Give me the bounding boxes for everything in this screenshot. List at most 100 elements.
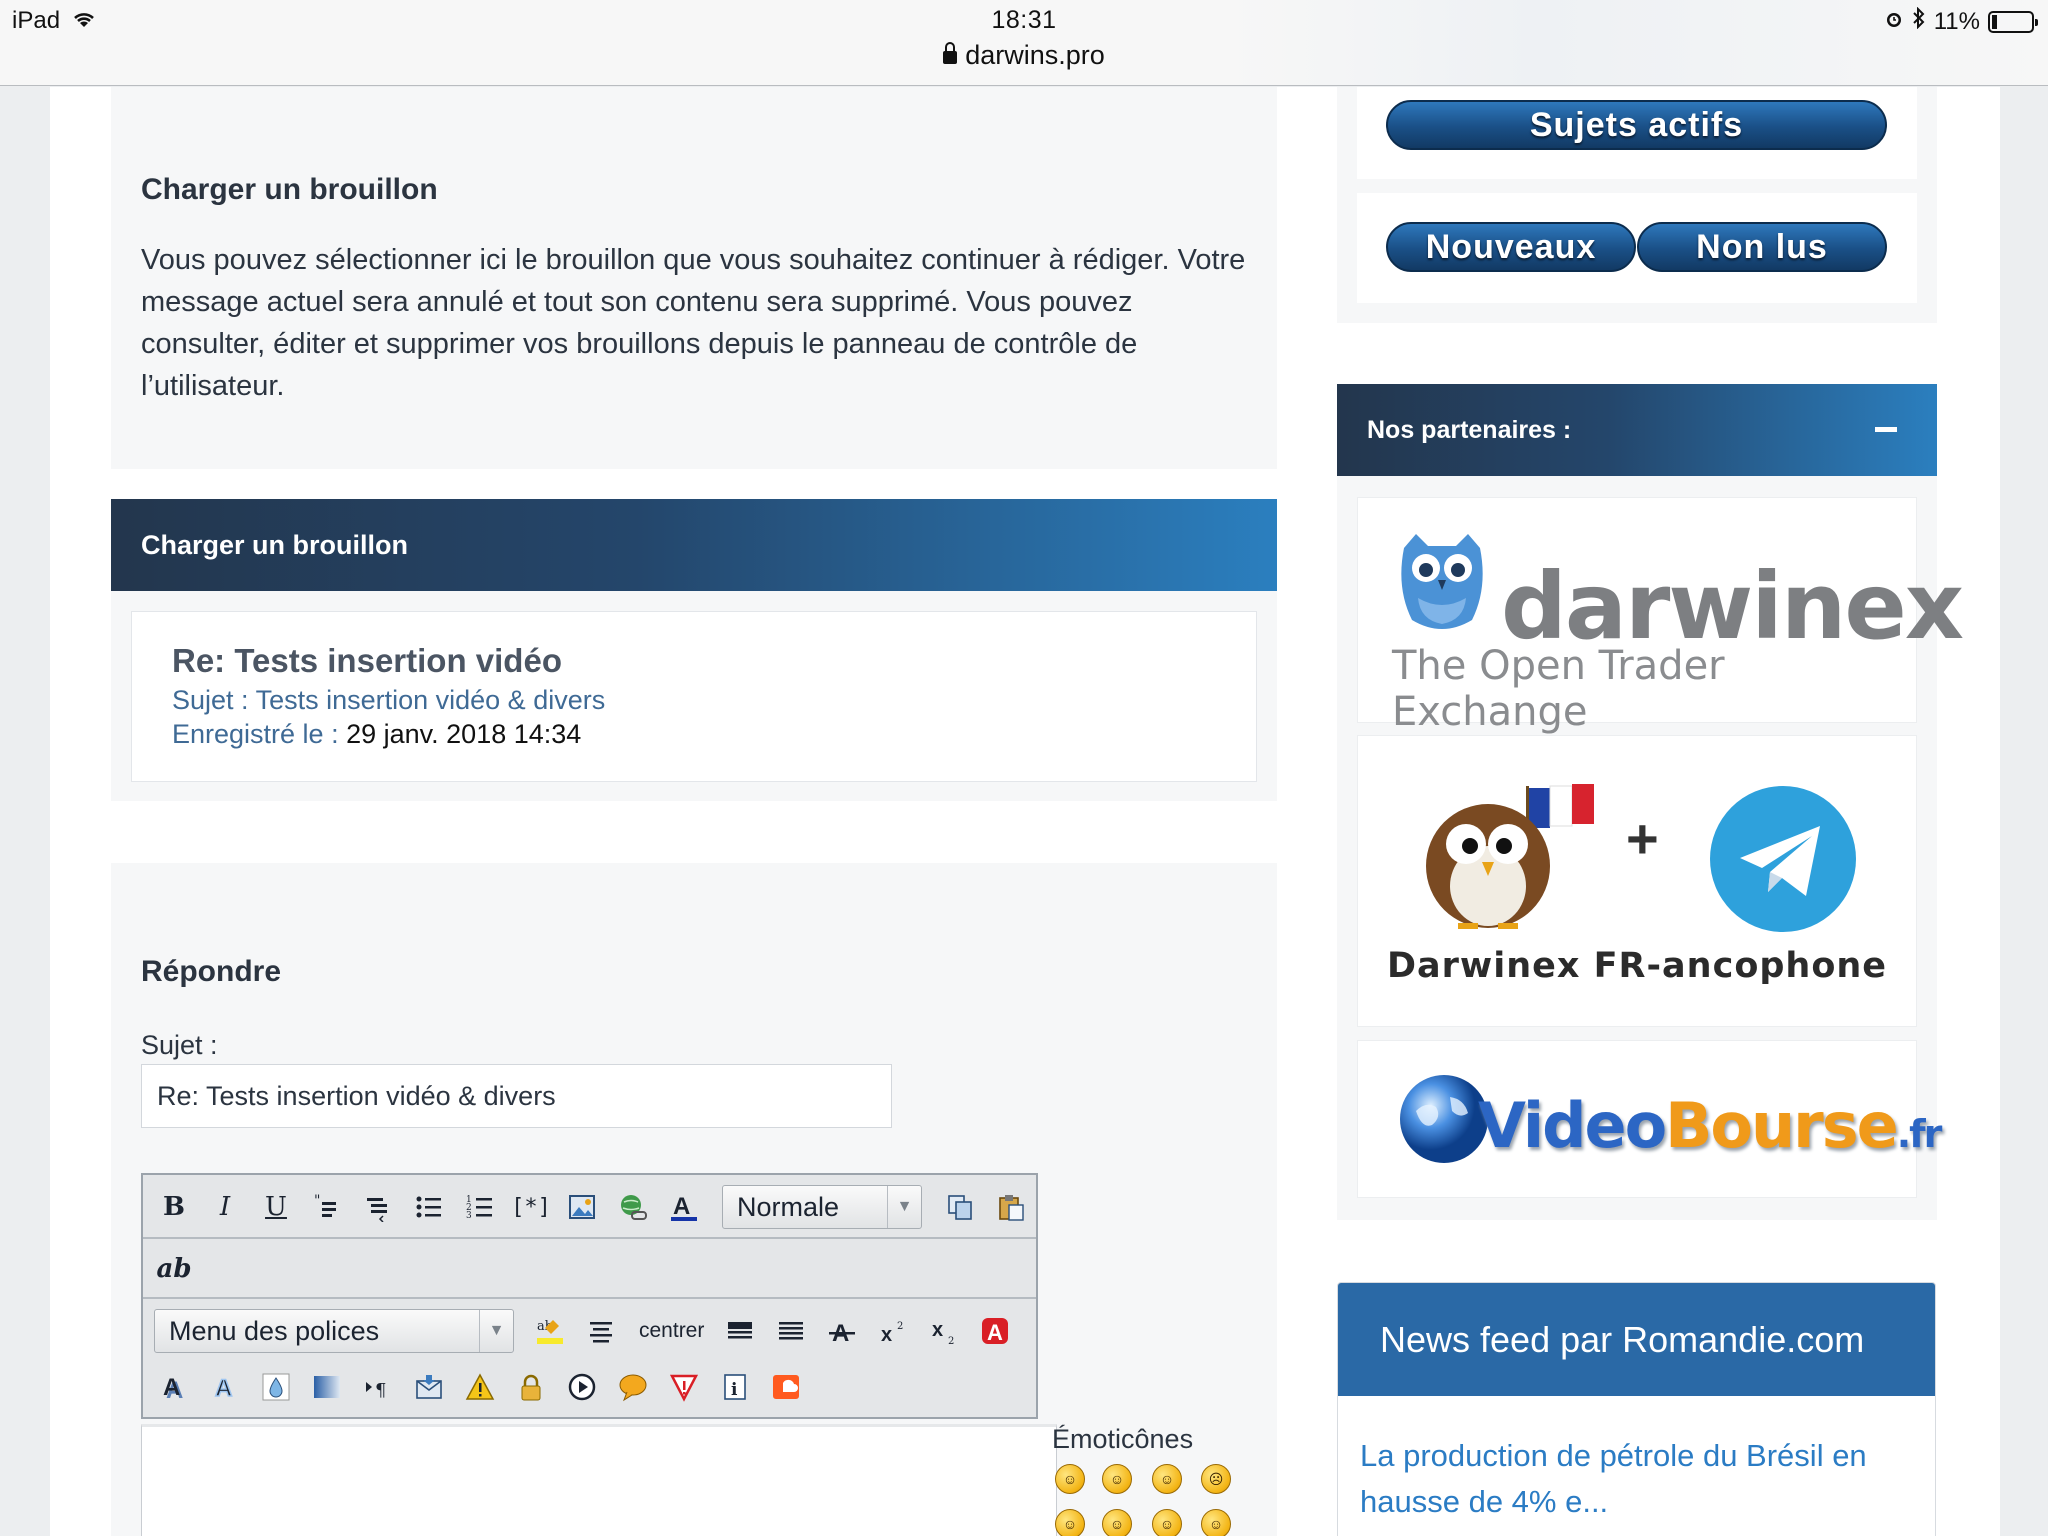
list-item-icon[interactable]: [*] [511, 1187, 551, 1227]
owl-logo-icon [1401, 534, 1483, 629]
darwinex-tagline: The Open Trader Exchange [1392, 643, 1725, 735]
alarm-icon [1884, 8, 1904, 36]
svg-text:2: 2 [948, 1336, 954, 1346]
collapse-icon[interactable] [1875, 427, 1897, 432]
url-text: darwins.pro [965, 40, 1105, 70]
direction-icon[interactable]: ¶ [358, 1367, 398, 1407]
draft-subject-label: Sujet : [172, 685, 249, 715]
unread-posts-button[interactable]: Non lus [1637, 222, 1887, 272]
darwinex-francophone-name: Darwinex FR-ancophone [1386, 946, 1888, 986]
emoticon-eek-icon[interactable]: ☺ [1102, 1509, 1132, 1536]
font-family-select[interactable]: Menu des polices ▼ [154, 1309, 514, 1353]
draft-subject-value: Tests insertion vidéo & divers [255, 685, 606, 715]
gradient-icon[interactable] [307, 1367, 347, 1407]
info-icon[interactable]: i [715, 1367, 755, 1407]
draft-saved: Enregistré le : 29 janv. 2018 14:34 [172, 719, 581, 750]
battery-percent: 11% [1933, 7, 1980, 35]
quote-icon[interactable]: " [307, 1187, 347, 1227]
svg-text:A: A [215, 1375, 232, 1402]
message-textarea[interactable] [141, 1424, 1057, 1536]
emoticon-laugh-icon[interactable]: ☺ [1055, 1464, 1085, 1494]
plus-sign: + [1626, 807, 1659, 870]
font-family-value: Menu des polices [169, 1315, 380, 1346]
drafts-panel-header: Charger un brouillon [111, 499, 1277, 591]
video-play-icon[interactable] [562, 1367, 602, 1407]
toolbar-row-1: B I U " 123 [*] A Normale ▼ [143, 1185, 1036, 1229]
align-justify-icon[interactable] [720, 1311, 760, 1351]
emoticon-confused-icon[interactable]: ☺ [1152, 1509, 1182, 1536]
url-bar[interactable]: darwins.pro [0, 40, 2048, 71]
svg-text:2: 2 [897, 1321, 903, 1332]
align-right-icon[interactable] [771, 1311, 811, 1351]
draft-saved-label: Enregistré le : [172, 719, 339, 749]
italic-button[interactable]: I [205, 1187, 245, 1227]
draft-title-link[interactable]: Re: Tests insertion vidéo [172, 642, 562, 680]
superscript-icon[interactable]: x2 [873, 1311, 913, 1351]
subject-label: Sujet : [141, 1030, 218, 1060]
highlight-icon[interactable]: ab [530, 1311, 570, 1351]
svg-text:A: A [987, 1320, 1003, 1345]
image-icon[interactable] [562, 1187, 602, 1227]
subject-input[interactable]: Re: Tests insertion vidéo & divers [141, 1064, 892, 1128]
link-icon[interactable] [613, 1187, 653, 1227]
text-glow-icon[interactable]: A [205, 1367, 245, 1407]
align-center-icon[interactable] [581, 1311, 621, 1351]
code-icon[interactable] [358, 1187, 398, 1227]
svg-text:A: A [163, 1374, 180, 1401]
soundcloud-icon[interactable] [766, 1367, 806, 1407]
strikethrough-icon[interactable]: A [822, 1311, 862, 1351]
bold-button[interactable]: B [154, 1187, 194, 1227]
svg-text:¶: ¶ [375, 1380, 386, 1401]
videobourse-bourse: Bourse [1665, 1089, 1899, 1162]
lock-icon [943, 42, 958, 64]
partners-header: Nos partenaires : [1337, 384, 1937, 476]
text-shadow-icon[interactable]: AA [154, 1367, 194, 1407]
subscript-icon[interactable]: x2 [924, 1311, 964, 1351]
strike-text-button[interactable]: ab [154, 1249, 194, 1289]
acrobat-icon[interactable]: A [975, 1311, 1015, 1351]
emoticon-cool-icon[interactable]: ☺ [1201, 1509, 1231, 1536]
owl-mascot-icon [1426, 784, 1594, 929]
svg-text:i: i [731, 1380, 738, 1400]
emoticon-surprised-icon[interactable]: ☺ [1055, 1509, 1085, 1536]
speech-bubble-icon[interactable] [613, 1367, 653, 1407]
warning-icon[interactable] [460, 1367, 500, 1407]
videobourse-logo: VideoBourse.fr [1478, 1089, 1943, 1162]
emoticon-sad-icon[interactable]: ☹ [1201, 1464, 1231, 1494]
telegram-icon [1710, 786, 1856, 932]
news-link[interactable]: La production de pétrole du Brésil en ha… [1360, 1433, 1920, 1525]
draft-subject: Sujet : Tests insertion vidéo & divers [172, 685, 605, 716]
editor-toolbar: B I U " 123 [*] A Normale ▼ ab Menu des … [141, 1173, 1038, 1419]
underline-button[interactable]: U [256, 1187, 296, 1227]
news-feed-header: News feed par Romandie.com [1338, 1283, 1935, 1396]
email-icon[interactable] [409, 1367, 449, 1407]
numbered-list-icon[interactable]: 123 [460, 1187, 500, 1227]
background-color-icon[interactable] [256, 1367, 296, 1407]
videobourse-tld: .fr [1896, 1112, 1943, 1156]
font-size-select[interactable]: Normale ▼ [722, 1185, 922, 1229]
draft-item[interactable]: Re: Tests insertion vidéo Sujet : Tests … [131, 611, 1257, 782]
load-draft-heading: Charger un brouillon [141, 173, 438, 206]
paste-icon[interactable] [991, 1187, 1031, 1227]
center-button[interactable]: centrer [639, 1319, 704, 1343]
svg-text:3: 3 [466, 1211, 472, 1221]
svg-text:": " [314, 1193, 320, 1209]
bullet-list-icon[interactable] [409, 1187, 449, 1227]
active-topics-button[interactable]: Sujets actifs [1386, 100, 1887, 150]
font-size-value: Normale [737, 1191, 840, 1222]
copy-icon[interactable] [940, 1187, 980, 1227]
videobourse-ad[interactable]: VideoBourse.fr [1357, 1040, 1942, 1198]
emoticon-smile-icon[interactable]: ☺ [1102, 1464, 1132, 1494]
toolbar-row-2: ab [143, 1247, 1036, 1291]
emoticon-wink-icon[interactable]: ☺ [1152, 1464, 1182, 1494]
battery-icon [1988, 10, 2038, 33]
darwinex-ad[interactable]: darwinex The Open Trader Exchange [1357, 497, 1964, 735]
reply-heading: Répondre [141, 955, 282, 988]
spoiler-icon[interactable] [664, 1367, 704, 1407]
darwinex-francophone-ad[interactable]: + Darwinex FR-ancophone [1357, 735, 1917, 1027]
font-color-icon[interactable]: A [664, 1187, 704, 1227]
lock-icon[interactable] [511, 1367, 551, 1407]
load-draft-description: Vous pouvez sélectionner ici le brouillo… [141, 244, 1246, 402]
svg-text:x: x [881, 1324, 892, 1346]
new-posts-button[interactable]: Nouveaux [1386, 222, 1636, 272]
